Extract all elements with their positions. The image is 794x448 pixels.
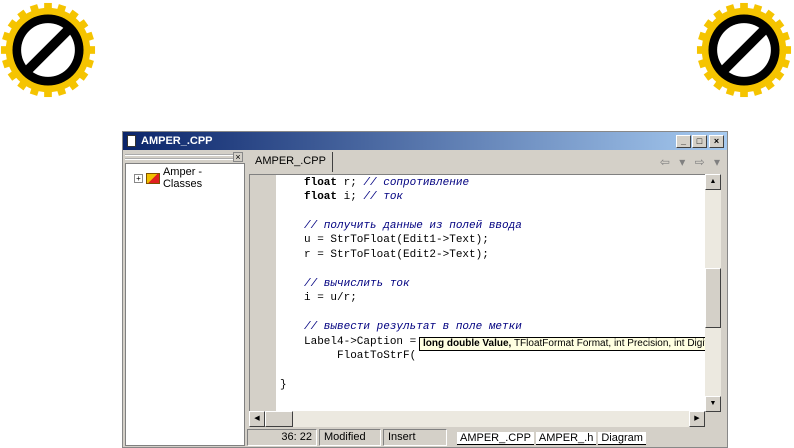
scroll-thumb[interactable]	[705, 268, 721, 328]
no-entry-icon	[696, 2, 792, 98]
code-text: i;	[337, 191, 364, 203]
comment: // сопротивление	[363, 177, 470, 189]
project-icon	[145, 172, 160, 184]
pane-close-icon[interactable]: ×	[233, 152, 243, 162]
file-tab-diagram[interactable]: Diagram	[598, 431, 646, 445]
code-line: i = u/r;	[304, 292, 357, 304]
file-tab-h[interactable]: AMPER_.h	[535, 431, 597, 445]
code-text: }	[280, 379, 287, 391]
no-entry-icon	[0, 2, 96, 98]
code-line: u = StrToFloat(Edit1->Text);	[304, 234, 489, 246]
editor-tabs: AMPER_.CPP ⇦ ▾ ⇨ ▾	[247, 152, 727, 172]
comment: // ток	[363, 191, 404, 203]
scroll-down-icon[interactable]: ▼	[705, 396, 721, 412]
pane-grip[interactable]	[125, 154, 233, 160]
code-line: float i; // ток	[304, 191, 403, 203]
expand-icon[interactable]: +	[134, 173, 143, 183]
window-title: AMPER_.CPP	[141, 135, 213, 147]
gutter	[250, 175, 276, 411]
file-icon	[127, 135, 136, 147]
tree-item-label: Amper - Classes	[162, 166, 203, 190]
ide-window: AMPER_.CPP _ □ × × + Amper - Classes AMPE…	[122, 131, 728, 448]
scroll-up-icon[interactable]: ▲	[705, 174, 721, 190]
comment: // вывести результат в поле метки	[304, 321, 522, 333]
tooltip-current-param: long double Value,	[423, 338, 512, 349]
comment: // вычислить ток	[304, 278, 410, 290]
tree-item[interactable]: + Amper - Classes	[134, 166, 244, 190]
code-text: r;	[337, 177, 364, 189]
cursor-position: 36: 22	[247, 429, 317, 446]
code-line: r = StrToFloat(Edit2->Text);	[304, 249, 489, 261]
horizontal-scrollbar[interactable]: ◀ ▶	[249, 411, 705, 427]
modified-indicator: Modified	[319, 429, 381, 446]
insert-mode: Insert	[383, 429, 447, 446]
code-text: FloatToStrF(	[304, 350, 417, 362]
code-line: FloatToStrF(	[304, 350, 416, 362]
scroll-left-icon[interactable]: ◀	[249, 411, 265, 427]
parameter-tooltip: long double Value, TFloatFormat Format, …	[419, 337, 721, 351]
vertical-scrollbar[interactable]: ▲ ▼	[705, 174, 721, 412]
close-button[interactable]: ×	[709, 135, 724, 148]
status-bar: 36: 22 Modified Insert AMPER_.CPP AMPER_…	[247, 429, 727, 447]
comment: // получить данные из полей ввода	[304, 220, 522, 232]
code-text: Label4->Caption =	[304, 336, 417, 348]
maximize-button[interactable]: □	[692, 135, 707, 148]
code-line: // получить данные из полей ввода	[304, 220, 522, 232]
file-tab-cpp[interactable]: AMPER_.CPP	[457, 431, 534, 445]
scroll-right-icon[interactable]: ▶	[689, 411, 705, 427]
keyword: float	[304, 191, 338, 203]
code-line: // вывести результат в поле метки	[304, 321, 522, 333]
navigation-arrows[interactable]: ⇦ ▾ ⇨ ▾	[660, 155, 723, 169]
code-line: }	[280, 379, 287, 391]
code-line: Label4->Caption =	[304, 336, 416, 348]
code-editor[interactable]: float r; // сопротивление float i; // ток…	[249, 174, 721, 412]
scroll-thumb[interactable]	[265, 411, 293, 427]
keyword: float	[304, 177, 338, 189]
class-tree: + Amper - Classes	[125, 163, 245, 446]
minimize-button[interactable]: _	[676, 135, 691, 148]
code-text: i = u/r;	[304, 292, 357, 304]
code-text: r = StrToFloat(Edit2->Text);	[304, 249, 489, 261]
code-line: float r; // сопротивление	[304, 177, 469, 189]
tab-amper-cpp[interactable]: AMPER_.CPP	[249, 152, 333, 172]
code-line: // вычислить ток	[304, 278, 410, 290]
class-explorer-pane: × + Amper - Classes	[125, 152, 245, 446]
tooltip-params: TFloatFormat Format, int Precision, int …	[511, 338, 713, 349]
code-text: u = StrToFloat(Edit1->Text);	[304, 234, 489, 246]
title-bar[interactable]: AMPER_.CPP _ □ ×	[123, 132, 727, 150]
